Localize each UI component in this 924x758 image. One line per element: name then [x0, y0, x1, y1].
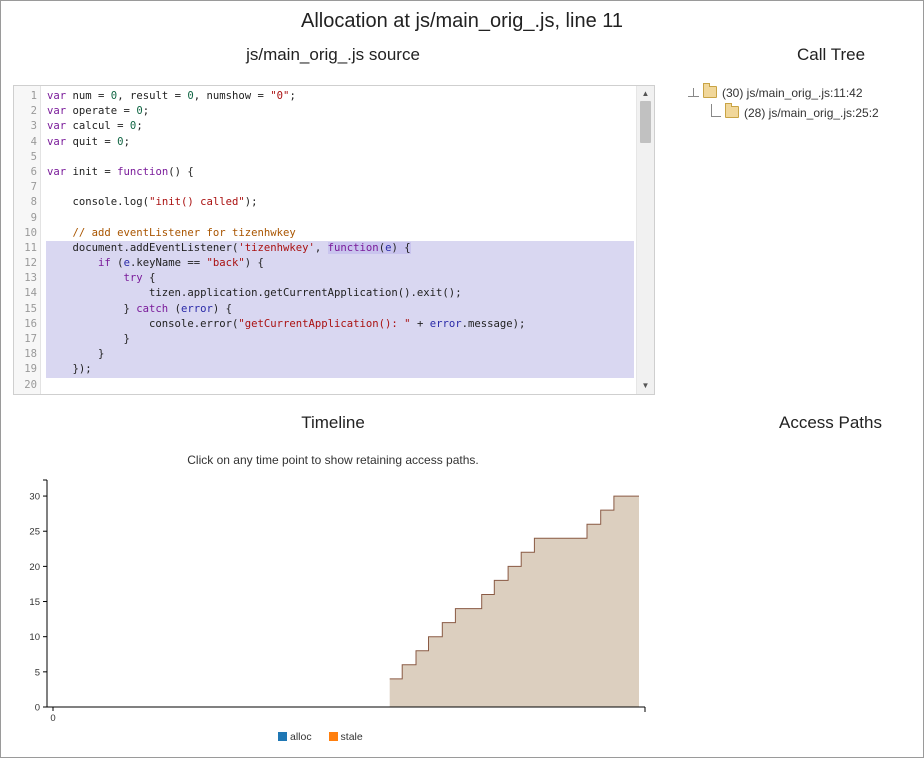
- code-line: 11 document.addEventListener('tizenhwkey…: [14, 240, 634, 257]
- line-number: 18: [24, 348, 37, 361]
- line-number: 5: [30, 150, 37, 163]
- source-code-editor[interactable]: 1 var num = 0, result = 0, numshow = "0";…: [13, 85, 655, 395]
- folder-icon: [703, 83, 717, 98]
- code-line: 20: [14, 378, 634, 393]
- scroll-up-icon[interactable]: ▲: [637, 87, 654, 101]
- line-number: 1: [30, 90, 37, 102]
- code-lines: 1 var num = 0, result = 0, numshow = "0";…: [14, 89, 634, 393]
- code-text: var operate = 0;: [47, 105, 150, 118]
- line-number: 17: [24, 333, 37, 345]
- code-text: try {: [46, 271, 634, 287]
- code-line: 13 try {: [14, 271, 634, 287]
- timeline-chart[interactable]: 0 5 10 15 20 25 30 0: [0, 470, 680, 728]
- code-text: console.log("init() called");: [47, 196, 258, 209]
- code-line: 17 }: [14, 332, 634, 348]
- line-number: 15: [24, 302, 37, 315]
- code-line: 19 });: [14, 362, 634, 378]
- y-tick-label: 10: [29, 632, 40, 643]
- code-text: var num = 0, result = 0, numshow = "0";: [47, 90, 296, 102]
- code-text: }: [46, 332, 634, 348]
- tree-connector: [688, 96, 699, 97]
- code-line: 6 var init = function() {: [14, 165, 634, 180]
- line-number: 6: [30, 165, 37, 178]
- line-number: 20: [24, 378, 37, 391]
- y-tick-label: 20: [29, 562, 40, 573]
- call-tree-title: Call Tree: [797, 45, 866, 64]
- tree-connector: [693, 88, 694, 96]
- code-text: });: [46, 362, 634, 378]
- timeline-area: [47, 496, 639, 707]
- source-title: js/main_orig_.js source: [246, 45, 420, 64]
- code-text: // add eventListener for tizenhwkey: [72, 226, 296, 239]
- code-line: 3 var calcul = 0;: [14, 119, 634, 134]
- code-line: 10 // add eventListener for tizenhwkey: [14, 226, 634, 241]
- x-tick-label: 0: [50, 713, 55, 724]
- tree-connector: [711, 116, 721, 117]
- chart-legend: alloc stale: [278, 731, 377, 743]
- code-text: tizen.application.getCurrentApplication(…: [46, 286, 634, 302]
- code-text: var quit = 0;: [47, 135, 130, 148]
- code-line: 1 var num = 0, result = 0, numshow = "0";: [14, 89, 634, 104]
- call-tree-node-label: (28) js/main_orig_.js:25:2: [744, 106, 879, 120]
- line-number: 8: [30, 196, 37, 209]
- code-text: var init = function() {: [47, 165, 194, 178]
- line-number: 3: [30, 120, 37, 133]
- code-line: 18 }: [14, 347, 634, 363]
- line-number: 12: [24, 257, 37, 270]
- line-number: 4: [30, 135, 37, 148]
- call-tree-node[interactable]: (30) js/main_orig_.js:11:42: [703, 83, 863, 101]
- page-title: Allocation at js/main_orig_.js, line 11: [300, 10, 624, 32]
- legend-label: alloc: [290, 731, 312, 743]
- code-line: 5: [14, 150, 634, 165]
- code-line: 12 if (e.keyName == "back") {: [14, 256, 634, 272]
- code-line: 14 tizen.application.getCurrentApplicati…: [14, 286, 634, 302]
- code-line: 7: [14, 180, 634, 195]
- code-line: 2 var operate = 0;: [14, 104, 634, 119]
- line-number: 11: [24, 241, 37, 254]
- call-tree-node[interactable]: (28) js/main_orig_.js:25:2: [725, 103, 879, 121]
- access-paths-title: Access Paths: [779, 413, 882, 432]
- tree-connector: [711, 104, 712, 116]
- code-line: 9: [14, 211, 634, 226]
- scroll-down-icon[interactable]: ▼: [637, 379, 654, 393]
- legend-item-stale: stale: [328, 731, 363, 743]
- y-tick-label: 30: [29, 492, 40, 503]
- line-number: 19: [24, 363, 37, 376]
- editor-scrollbar[interactable]: ▲ ▼: [636, 86, 654, 394]
- y-tick-label: 25: [29, 527, 40, 538]
- code-text: var calcul = 0;: [47, 120, 143, 133]
- folder-icon: [725, 103, 739, 118]
- line-number: 16: [24, 317, 37, 330]
- line-number: 2: [30, 105, 37, 118]
- code-text: console.error("getCurrentApplication(): …: [46, 316, 634, 333]
- scrollbar-thumb[interactable]: [640, 101, 651, 143]
- legend-swatch: [328, 732, 338, 741]
- y-tick-label: 5: [35, 667, 40, 678]
- timeline-title: Timeline: [301, 413, 365, 432]
- code-text: } catch (error) {: [46, 301, 634, 317]
- line-number: 13: [24, 272, 37, 285]
- legend-swatch: [278, 732, 287, 741]
- code-line: 8 console.log("init() called");: [14, 195, 634, 210]
- line-number: 7: [30, 181, 37, 194]
- code-text: document.addEventListener('tizenhwkey', …: [46, 240, 634, 257]
- code-text: if (e.keyName == "back") {: [46, 256, 634, 272]
- legend-item-alloc: alloc: [278, 731, 312, 743]
- line-number: 14: [24, 287, 37, 300]
- line-number: 9: [30, 211, 37, 224]
- code-line: 15 } catch (error) {: [14, 301, 634, 317]
- timeline-hint: Click on any time point to show retainin…: [187, 453, 479, 467]
- y-tick-label: 0: [35, 703, 40, 714]
- legend-label: stale: [340, 731, 363, 743]
- call-tree-node-label: (30) js/main_orig_.js:11:42: [722, 86, 863, 100]
- code-line: 16 console.error("getCurrentApplication(…: [14, 316, 634, 333]
- y-tick-label: 15: [29, 597, 40, 608]
- code-line: 4 var quit = 0;: [14, 135, 634, 150]
- line-number: 10: [24, 226, 37, 239]
- code-text: }: [46, 347, 634, 363]
